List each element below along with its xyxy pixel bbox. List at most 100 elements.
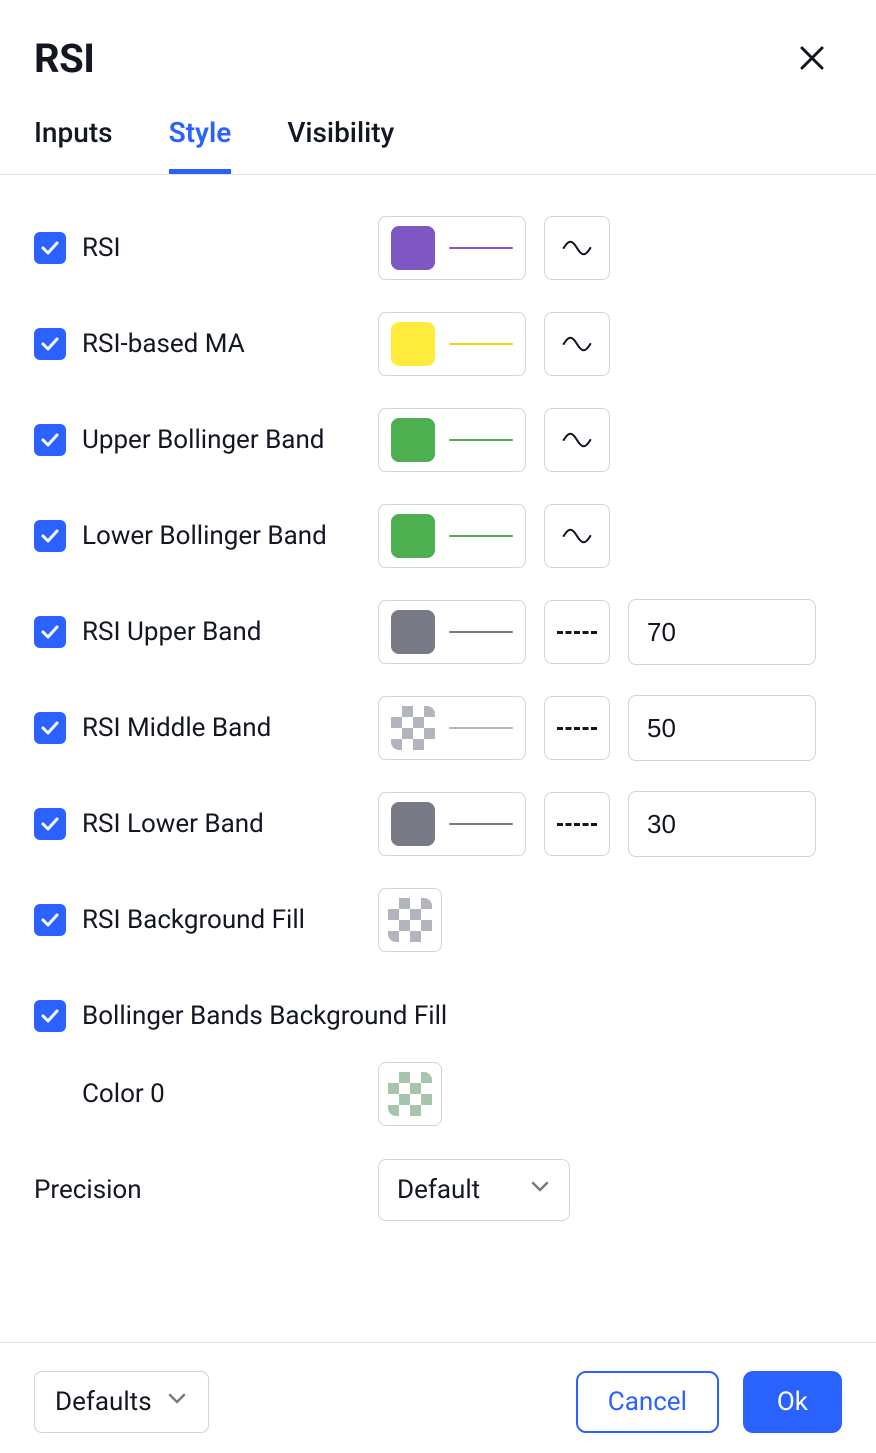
checkbox-bb-bg[interactable] <box>34 1000 66 1032</box>
wave-icon <box>559 430 595 450</box>
row-rsi-ma: RSI-based MA <box>34 311 842 377</box>
line-preview-rsi <box>449 247 513 249</box>
label-rsi: RSI <box>82 233 121 263</box>
line-preview-rsi-ma <box>449 343 513 345</box>
tab-bar: Inputs Style Visibility <box>0 82 876 175</box>
check-icon <box>40 430 60 450</box>
line-dash-rsi-lower[interactable] <box>544 792 610 856</box>
check-icon <box>40 718 60 738</box>
color-picker-rsi-middle[interactable] <box>378 696 526 760</box>
dash-icon <box>557 823 597 826</box>
swatch-rsi-ma <box>391 322 435 366</box>
ok-button[interactable]: Ok <box>743 1371 842 1433</box>
close-icon <box>796 42 828 74</box>
checkbox-rsi-ma[interactable] <box>34 328 66 360</box>
color-picker-rsi-upper[interactable] <box>378 600 526 664</box>
label-rsi-bg: RSI Background Fill <box>82 905 305 935</box>
row-upper-bb: Upper Bollinger Band <box>34 407 842 473</box>
dash-icon <box>557 631 597 634</box>
check-icon <box>40 238 60 258</box>
line-preview-upper-bb <box>449 439 513 441</box>
label-rsi-lower: RSI Lower Band <box>82 809 264 839</box>
cancel-label: Cancel <box>608 1387 687 1417</box>
color-picker-rsi[interactable] <box>378 216 526 280</box>
swatch-rsi-upper <box>391 610 435 654</box>
checkbox-rsi-lower[interactable] <box>34 808 66 840</box>
label-precision: Precision <box>34 1175 142 1205</box>
checkbox-rsi-upper[interactable] <box>34 616 66 648</box>
color-picker-lower-bb[interactable] <box>378 504 526 568</box>
label-color0: Color 0 <box>82 1079 165 1109</box>
color-picker-rsi-bg[interactable] <box>378 888 442 952</box>
indicator-settings-dialog: RSI Inputs Style Visibility RSI <box>0 0 876 1453</box>
row-bb-bg: Bollinger Bands Background Fill <box>34 983 842 1049</box>
tab-style[interactable]: Style <box>169 116 232 174</box>
check-icon <box>40 1006 60 1026</box>
wave-icon <box>559 334 595 354</box>
swatch-color0 <box>388 1072 432 1116</box>
checkbox-lower-bb[interactable] <box>34 520 66 552</box>
row-color0: Color 0 <box>34 1061 842 1127</box>
swatch-lower-bb <box>391 514 435 558</box>
swatch-rsi-bg <box>388 898 432 942</box>
line-style-rsi-ma[interactable] <box>544 312 610 376</box>
color-picker-rsi-lower[interactable] <box>378 792 526 856</box>
close-button[interactable] <box>788 34 836 82</box>
row-rsi-lower: RSI Lower Band <box>34 791 842 857</box>
defaults-label: Defaults <box>55 1387 152 1417</box>
row-rsi-middle: RSI Middle Band <box>34 695 842 761</box>
row-lower-bb: Lower Bollinger Band <box>34 503 842 569</box>
row-rsi: RSI <box>34 215 842 281</box>
line-preview-rsi-lower <box>449 823 513 825</box>
check-icon <box>40 910 60 930</box>
line-dash-rsi-upper[interactable] <box>544 600 610 664</box>
ok-label: Ok <box>777 1387 808 1417</box>
line-dash-rsi-middle[interactable] <box>544 696 610 760</box>
swatch-rsi-middle <box>391 706 435 750</box>
select-precision[interactable]: Default <box>378 1159 570 1221</box>
line-style-rsi[interactable] <box>544 216 610 280</box>
line-preview-rsi-middle <box>449 727 513 729</box>
cancel-button[interactable]: Cancel <box>576 1371 719 1433</box>
row-rsi-upper: RSI Upper Band <box>34 599 842 665</box>
check-icon <box>40 334 60 354</box>
wave-icon <box>559 526 595 546</box>
swatch-upper-bb <box>391 418 435 462</box>
checkbox-upper-bb[interactable] <box>34 424 66 456</box>
label-rsi-middle: RSI Middle Band <box>82 713 271 743</box>
label-bb-bg: Bollinger Bands Background Fill <box>82 1001 447 1031</box>
label-rsi-upper: RSI Upper Band <box>82 617 261 647</box>
check-icon <box>40 814 60 834</box>
color-picker-color0[interactable] <box>378 1062 442 1126</box>
dash-icon <box>557 727 597 730</box>
checkbox-rsi[interactable] <box>34 232 66 264</box>
swatch-rsi <box>391 226 435 270</box>
wave-icon <box>559 238 595 258</box>
checkbox-rsi-bg[interactable] <box>34 904 66 936</box>
select-precision-value: Default <box>397 1175 480 1205</box>
color-picker-upper-bb[interactable] <box>378 408 526 472</box>
tab-inputs[interactable]: Inputs <box>34 116 113 174</box>
defaults-button[interactable]: Defaults <box>34 1371 209 1433</box>
chevron-down-icon <box>529 1175 551 1205</box>
line-style-lower-bb[interactable] <box>544 504 610 568</box>
swatch-rsi-lower <box>391 802 435 846</box>
check-icon <box>40 622 60 642</box>
checkbox-rsi-middle[interactable] <box>34 712 66 744</box>
label-rsi-ma: RSI-based MA <box>82 329 245 359</box>
value-rsi-upper[interactable] <box>628 599 816 665</box>
row-rsi-bg: RSI Background Fill <box>34 887 842 953</box>
value-rsi-lower[interactable] <box>628 791 816 857</box>
dialog-body: RSI RSI-based MA <box>0 175 876 1342</box>
color-picker-rsi-ma[interactable] <box>378 312 526 376</box>
chevron-down-icon <box>166 1387 188 1417</box>
check-icon <box>40 526 60 546</box>
dialog-header: RSI <box>0 0 876 82</box>
line-style-upper-bb[interactable] <box>544 408 610 472</box>
dialog-title: RSI <box>34 35 94 82</box>
tab-visibility[interactable]: Visibility <box>287 116 394 174</box>
label-lower-bb: Lower Bollinger Band <box>82 521 327 551</box>
line-preview-lower-bb <box>449 535 513 537</box>
value-rsi-middle[interactable] <box>628 695 816 761</box>
dialog-footer: Defaults Cancel Ok <box>0 1342 876 1453</box>
